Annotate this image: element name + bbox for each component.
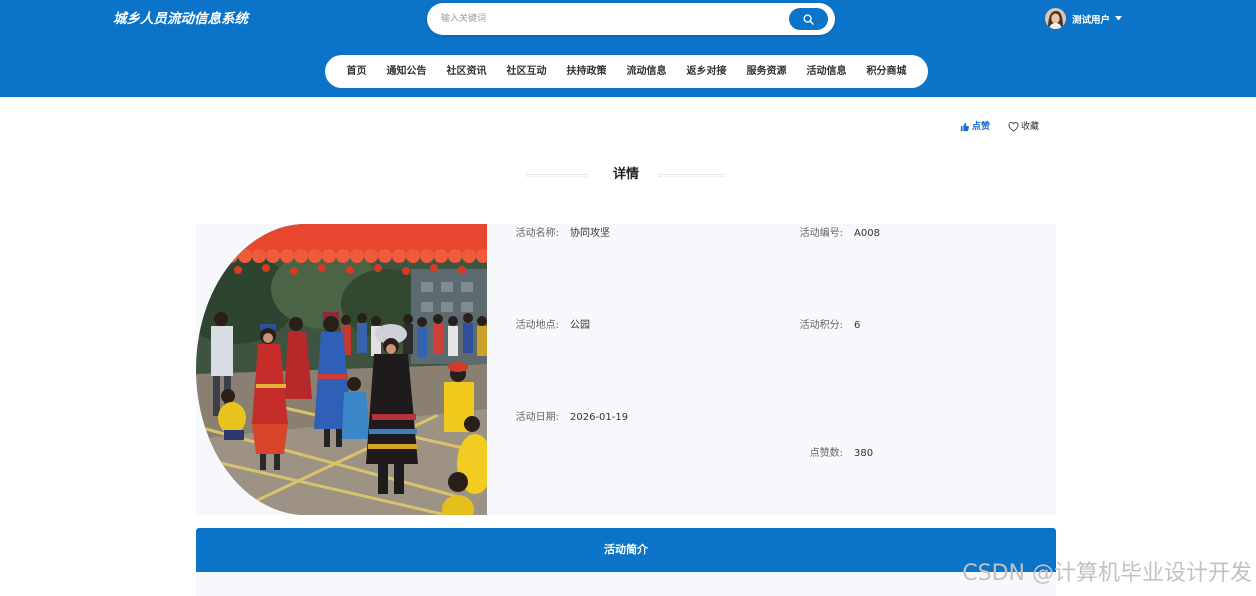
field-label: 活动日期: <box>515 412 559 423</box>
heart-icon <box>1008 122 1019 132</box>
field-value: 公园 <box>570 320 590 331</box>
nav-item-community-interaction[interactable]: 社区互动 <box>507 65 547 79</box>
nav-item-mobility-info[interactable]: 流动信息 <box>627 65 667 79</box>
site-title[interactable]: 城乡人员流动信息系统 <box>113 10 248 28</box>
thumbs-up-icon <box>960 122 970 132</box>
nav-item-notices[interactable]: 通知公告 <box>387 65 427 79</box>
field-value: 380 <box>854 448 874 459</box>
user-name: 测试用户 <box>1072 14 1111 26</box>
field-label: 活动地点: <box>515 320 559 331</box>
field-value: 协同攻坚 <box>570 228 610 239</box>
favorite-label: 收藏 <box>1021 122 1040 132</box>
favorite-button[interactable]: 收藏 <box>1008 121 1039 133</box>
avatar <box>1045 8 1066 29</box>
field-label: 活动编号: <box>799 228 843 239</box>
nav-item-service-resources[interactable]: 服务资源 <box>747 65 787 79</box>
search-bar <box>427 3 835 35</box>
field-like-count: 点赞数: 380 <box>799 447 873 461</box>
like-label: 点赞 <box>972 122 991 132</box>
activity-intro-body <box>196 572 1056 596</box>
field-label: 活动名称: <box>515 228 559 239</box>
field-activity-points: 活动积分: 6 <box>799 319 861 333</box>
field-activity-location: 活动地点: 公园 <box>515 319 590 333</box>
like-button[interactable]: 点赞 <box>960 121 990 133</box>
field-activity-date: 活动日期: 2026-01-19 <box>515 411 629 425</box>
caret-down-icon <box>1115 16 1123 21</box>
nav-item-points-mall[interactable]: 积分商城 <box>867 65 907 79</box>
field-activity-name: 活动名称: 协同攻坚 <box>515 227 610 241</box>
nav-item-home[interactable]: 首页 <box>347 65 367 79</box>
user-menu[interactable]: 测试用户 <box>1045 8 1123 29</box>
title-decoration-right <box>659 174 725 177</box>
field-value: 6 <box>854 320 861 331</box>
main-nav: 首页 通知公告 社区资讯 社区互动 扶持政策 流动信息 返乡对接 服务资源 活动… <box>325 55 928 88</box>
field-label: 点赞数: <box>809 448 843 459</box>
top-header: 城乡人员流动信息系统 测试用户 首页 通知公告 社区资讯 社区互动 扶持政策 <box>0 0 1256 97</box>
activity-intro-header: 活动简介 <box>196 528 1056 572</box>
field-label: 活动积分: <box>799 320 843 331</box>
field-activity-code: 活动编号: A008 <box>799 227 880 241</box>
nav-item-return-home[interactable]: 返乡对接 <box>687 65 727 79</box>
watermark: CSDN @计算机毕业设计开发 <box>962 561 1252 586</box>
nav-item-community-news[interactable]: 社区资讯 <box>447 65 487 79</box>
search-button[interactable] <box>789 8 828 30</box>
search-input[interactable] <box>441 3 781 35</box>
activity-detail-panel: 活动名称: 协同攻坚 活动编号: A008 活动地点: 公园 活动积分: 6 活… <box>196 224 1056 515</box>
field-value: A008 <box>854 228 880 239</box>
nav-item-support-policy[interactable]: 扶持政策 <box>567 65 607 79</box>
activity-photo <box>196 224 487 515</box>
nav-item-activities[interactable]: 活动信息 <box>807 65 847 79</box>
search-icon <box>803 13 814 25</box>
field-value: 2026-01-19 <box>570 412 629 423</box>
